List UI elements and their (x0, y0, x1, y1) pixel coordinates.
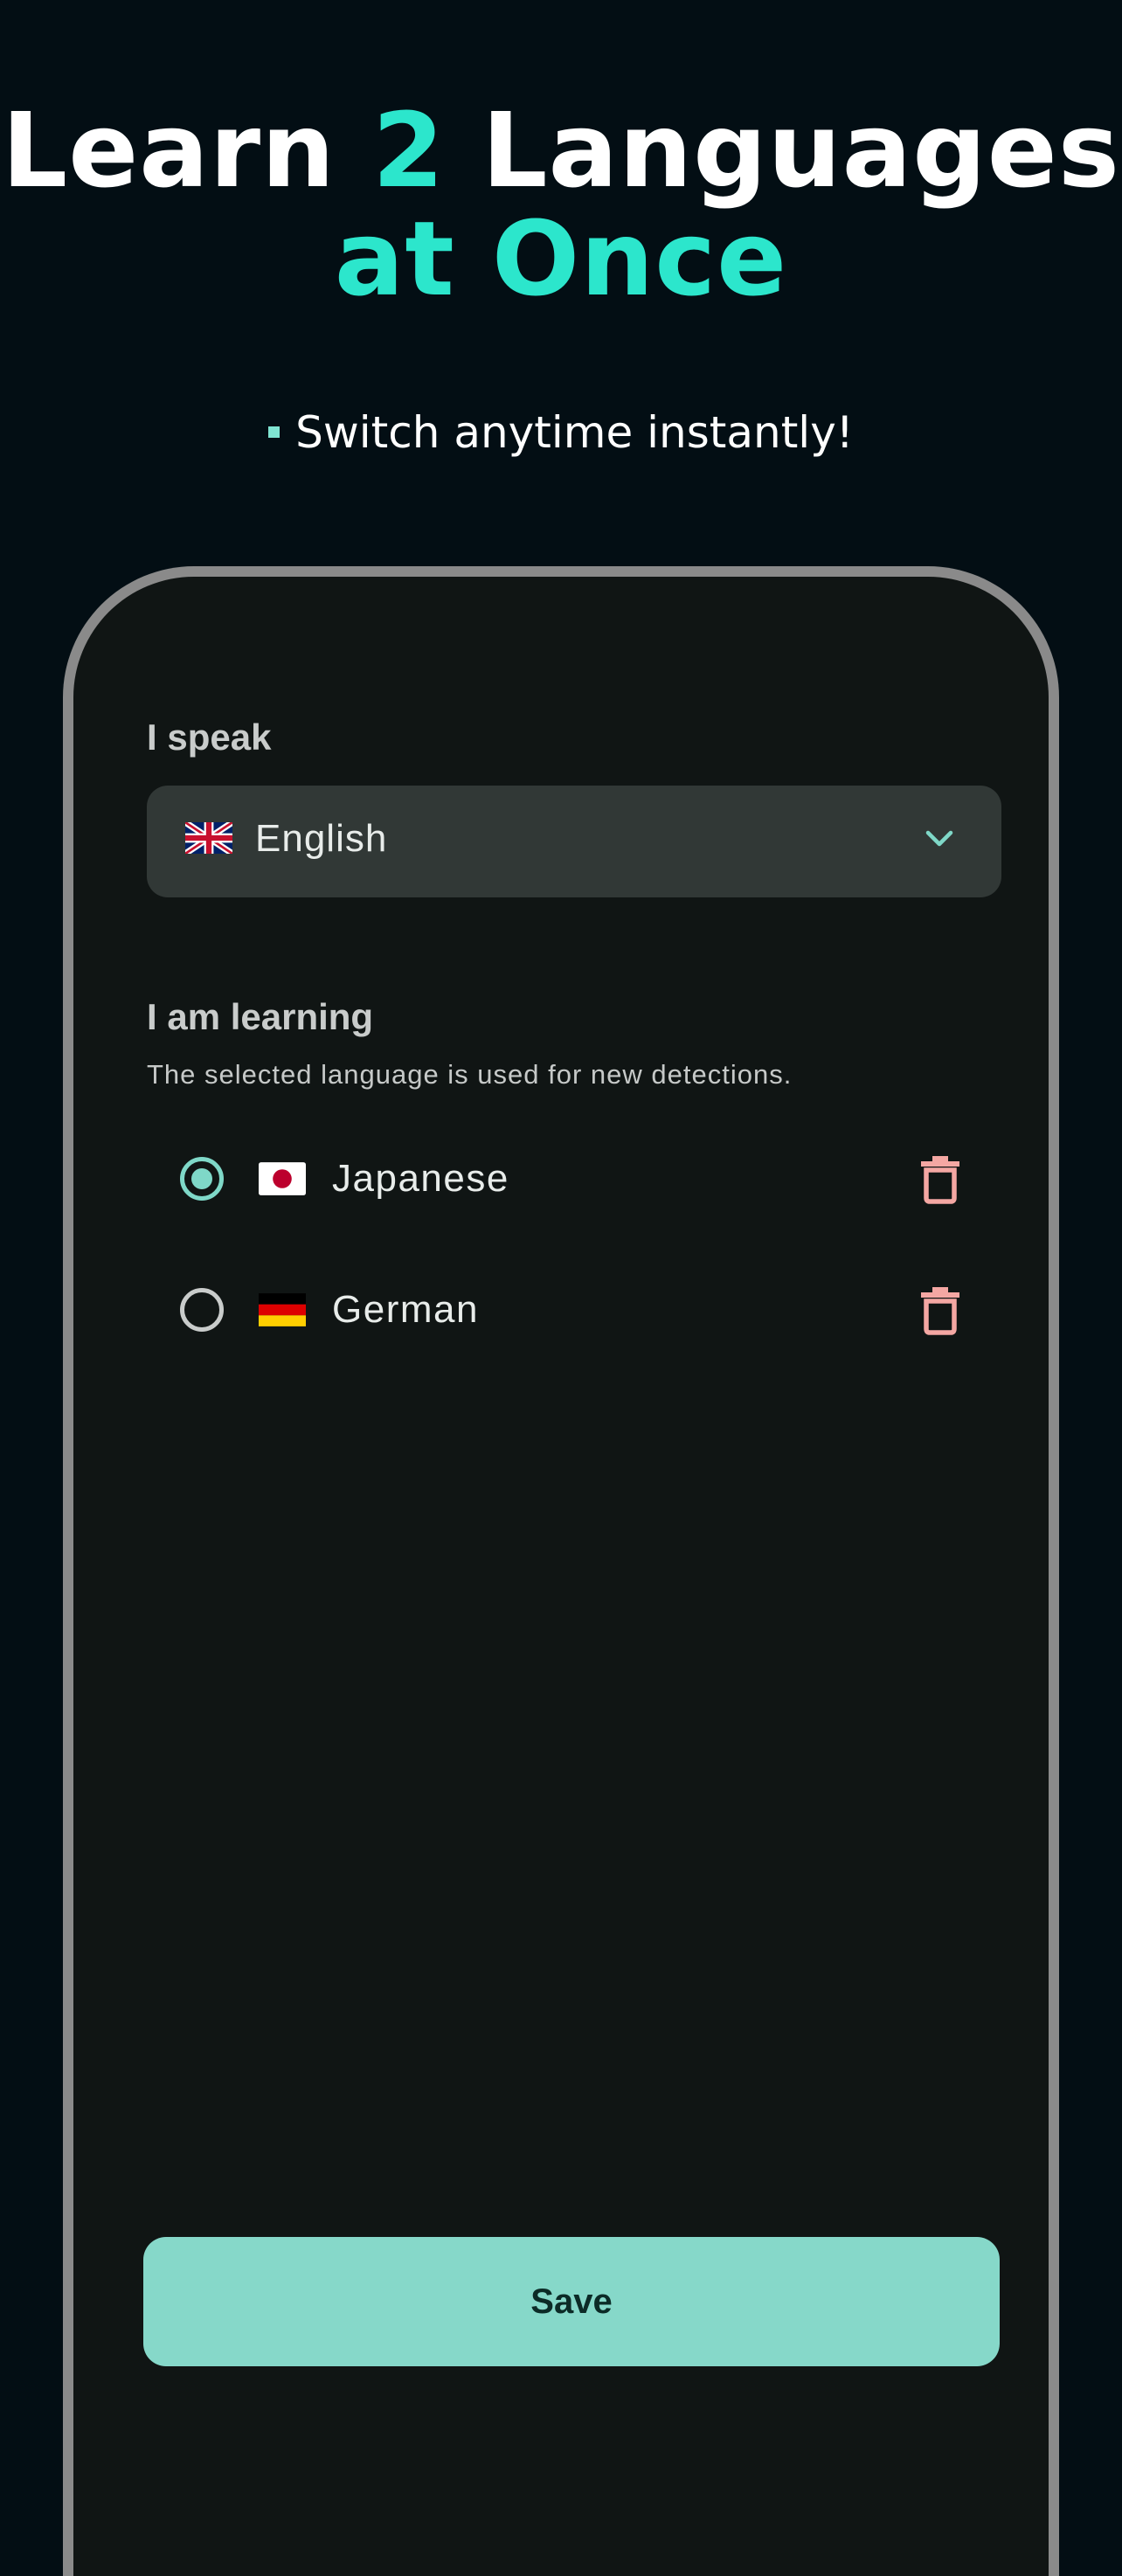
radio-unselected[interactable] (180, 1288, 224, 1332)
save-button[interactable]: Save (143, 2237, 1000, 2366)
hero-title: Learn 2 Languages at Once (0, 96, 1122, 313)
uk-flag-icon (185, 822, 232, 854)
hero-line-1: Learn 2 Languages (0, 96, 1122, 204)
trash-icon (921, 1287, 959, 1335)
germany-flag-icon (259, 1293, 306, 1326)
hero-line-1-end: Languages (445, 90, 1120, 211)
learning-helper-text: The selected language is used for new de… (147, 1059, 793, 1090)
hero-line-2: at Once (334, 198, 788, 319)
i-am-learning-label: I am learning (147, 996, 374, 1037)
tagline-text: Switch anytime instantly! (295, 407, 854, 458)
trash-icon (921, 1156, 959, 1204)
language-name: German (332, 1288, 479, 1331)
hero-line-1-start: Learn (2, 90, 373, 211)
delete-japanese-button[interactable] (916, 1153, 965, 1204)
radio-selected[interactable] (180, 1157, 224, 1201)
delete-german-button[interactable] (916, 1285, 965, 1335)
radio-dot (191, 1168, 212, 1189)
native-language-dropdown[interactable]: English (147, 786, 1001, 897)
language-name: Japanese (332, 1157, 509, 1200)
native-language-value: English (255, 817, 388, 860)
learning-language-row-japanese[interactable]: Japanese (147, 1122, 1001, 1236)
bullet-icon (268, 426, 280, 438)
japan-flag-icon (259, 1162, 306, 1195)
tagline: Switch anytime instantly! (0, 404, 1122, 461)
chevron-down-icon[interactable] (925, 829, 954, 852)
hero-accent-number: 2 (372, 90, 446, 211)
i-speak-label: I speak (147, 717, 272, 758)
language-settings-screen: I speak English I am learning The select… (73, 577, 1049, 2576)
phone-frame: I speak English I am learning The select… (63, 566, 1059, 2576)
learning-language-row-german[interactable]: German (147, 1253, 1001, 1367)
